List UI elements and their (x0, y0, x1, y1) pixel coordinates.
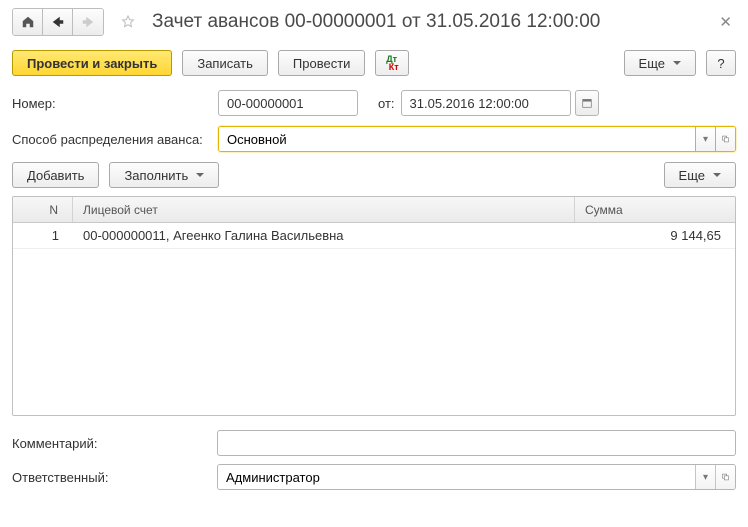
calendar-button[interactable] (575, 90, 599, 116)
alloc-open-button[interactable] (715, 127, 735, 151)
add-row-button[interactable]: Добавить (12, 162, 99, 188)
comment-label: Комментарий: (12, 436, 217, 451)
date-input[interactable] (401, 90, 571, 116)
page-title: Зачет авансов 00-00000001 от 31.05.2016 … (152, 11, 600, 33)
cell-sum: 9 144,65 (575, 228, 735, 243)
forward-button[interactable] (73, 9, 103, 35)
more-button[interactable]: Еще (624, 50, 696, 76)
alloc-dropdown-button[interactable]: ▾ (695, 127, 715, 151)
alloc-select[interactable]: ▾ (218, 126, 736, 152)
accounts-table: N Лицевой счет Сумма 1 00-000000011, Аге… (12, 196, 736, 416)
comment-input[interactable] (217, 430, 736, 456)
alloc-label: Способ распределения аванса: (12, 132, 212, 147)
post-and-close-button[interactable]: Провести и закрыть (12, 50, 172, 76)
alloc-input[interactable] (219, 127, 695, 151)
number-label: Номер: (12, 96, 212, 111)
responsible-input[interactable] (218, 465, 695, 489)
favorite-star-button[interactable] (114, 9, 142, 35)
col-header-account[interactable]: Лицевой счет (73, 197, 575, 222)
responsible-select[interactable]: ▾ (217, 464, 736, 490)
table-more-button[interactable]: Еще (664, 162, 736, 188)
debit-credit-button[interactable]: Дт Кт (375, 50, 409, 76)
cell-account: 00-000000011, Агеенко Галина Васильевна (73, 228, 575, 243)
fill-button[interactable]: Заполнить (109, 162, 219, 188)
save-button[interactable]: Записать (182, 50, 268, 76)
back-button[interactable] (43, 9, 73, 35)
cell-n: 1 (13, 228, 73, 243)
number-input[interactable] (218, 90, 358, 116)
date-label: от: (378, 96, 395, 111)
post-button[interactable]: Провести (278, 50, 366, 76)
table-row[interactable]: 1 00-000000011, Агеенко Галина Васильевн… (13, 223, 735, 249)
responsible-label: Ответственный: (12, 470, 217, 485)
responsible-dropdown-button[interactable]: ▾ (695, 465, 715, 489)
close-button[interactable]: ✕ (715, 13, 736, 31)
home-button[interactable] (13, 9, 43, 35)
responsible-open-button[interactable] (715, 465, 735, 489)
col-header-n[interactable]: N (13, 197, 73, 222)
col-header-sum[interactable]: Сумма (575, 197, 735, 222)
help-button[interactable]: ? (706, 50, 736, 76)
